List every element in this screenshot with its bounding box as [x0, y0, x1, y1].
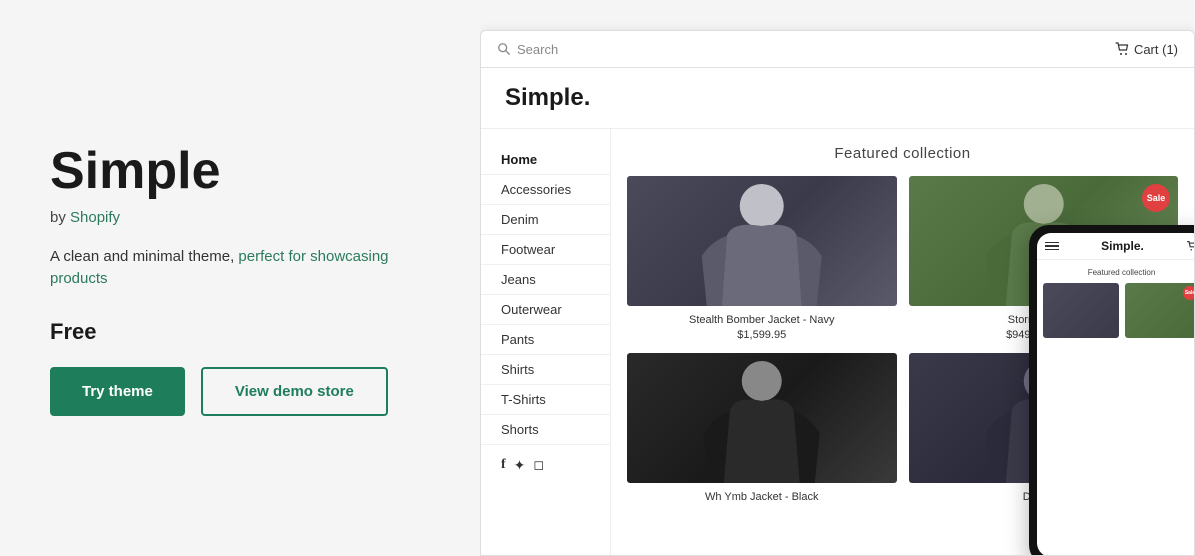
search-area: Search — [497, 42, 558, 57]
sale-badge-2: Sale — [1142, 184, 1170, 212]
cart-label: Cart (1) — [1134, 42, 1178, 57]
cart-area[interactable]: Cart (1) — [1114, 41, 1178, 57]
store-main: Featured collection — [611, 129, 1194, 555]
description: A clean and minimal theme, perfect for s… — [50, 246, 430, 291]
twitter-icon[interactable]: ✦ — [514, 457, 526, 474]
store-header: Simple. — [481, 68, 1194, 129]
nav-outerwear[interactable]: Outerwear — [481, 295, 610, 325]
nav-shirts[interactable]: Shirts — [481, 355, 610, 385]
mobile-mockup: Simple. Featured collection — [1029, 225, 1194, 555]
try-theme-button[interactable]: Try theme — [50, 367, 185, 416]
search-icon — [497, 42, 511, 56]
view-demo-button[interactable]: View demo store — [201, 367, 388, 416]
mobile-product-2[interactable]: Sale — [1125, 283, 1195, 338]
nav-shorts[interactable]: Shorts — [481, 415, 610, 445]
store-body: Home Accessories Denim Footwear Jeans Ou… — [481, 129, 1194, 555]
mobile-featured-title: Featured collection — [1037, 260, 1194, 283]
nav-home[interactable]: Home — [481, 145, 610, 175]
mobile-menu-icon[interactable] — [1045, 242, 1059, 251]
price-label: Free — [50, 319, 430, 345]
mobile-product-1[interactable] — [1043, 283, 1119, 338]
product-name-3: Wh Ymb Jacket - Black — [627, 491, 897, 503]
nav-pants[interactable]: Pants — [481, 325, 610, 355]
nav-tshirts[interactable]: T-Shirts — [481, 385, 610, 415]
theme-name: Simple — [50, 141, 430, 201]
mobile-cart-icon[interactable] — [1186, 240, 1194, 252]
product-name-1: Stealth Bomber Jacket - Navy — [627, 314, 897, 326]
by-line: by Shopify — [50, 209, 430, 226]
cart-icon — [1114, 41, 1130, 57]
mobile-sale-badge: Sale — [1183, 286, 1194, 300]
by-text: by — [50, 209, 66, 226]
button-row: Try theme View demo store — [50, 367, 430, 416]
mobile-image-1 — [1043, 283, 1119, 338]
store-logo: Simple. — [505, 84, 1170, 112]
mobile-topbar: Simple. — [1037, 233, 1194, 260]
social-icons: f ✦ ◻ — [481, 445, 610, 486]
product-image-1 — [627, 176, 897, 306]
product-image-3 — [627, 353, 897, 483]
browser-mockup: Search Cart (1) Simple. — [480, 30, 1195, 556]
description-start: A clean and minimal theme, — [50, 248, 234, 265]
product-card-3[interactable]: Wh Ymb Jacket - Black — [627, 353, 897, 506]
instagram-icon[interactable]: ◻ — [533, 457, 544, 474]
product-card-1[interactable]: Stealth Bomber Jacket - Navy $1,599.95 — [627, 176, 897, 341]
author-link[interactable]: Shopify — [70, 209, 120, 226]
nav-footwear[interactable]: Footwear — [481, 235, 610, 265]
mobile-products: Sale — [1037, 283, 1194, 338]
store-sidebar: Home Accessories Denim Footwear Jeans Ou… — [481, 129, 611, 555]
left-panel: Simple by Shopify A clean and minimal th… — [0, 0, 480, 556]
nav-jeans[interactable]: Jeans — [481, 265, 610, 295]
product-price-1: $1,599.95 — [627, 329, 897, 341]
mobile-logo: Simple. — [1101, 239, 1144, 253]
right-panel: Search Cart (1) Simple. — [480, 0, 1195, 556]
browser-bar: Search Cart (1) — [481, 31, 1194, 68]
search-placeholder: Search — [517, 42, 558, 57]
featured-title: Featured collection — [627, 145, 1178, 162]
nav-accessories[interactable]: Accessories — [481, 175, 610, 205]
mobile-screen: Simple. Featured collection — [1037, 233, 1194, 555]
facebook-icon[interactable]: f — [501, 457, 506, 474]
mobile-image-2: Sale — [1125, 283, 1195, 338]
nav-denim[interactable]: Denim — [481, 205, 610, 235]
